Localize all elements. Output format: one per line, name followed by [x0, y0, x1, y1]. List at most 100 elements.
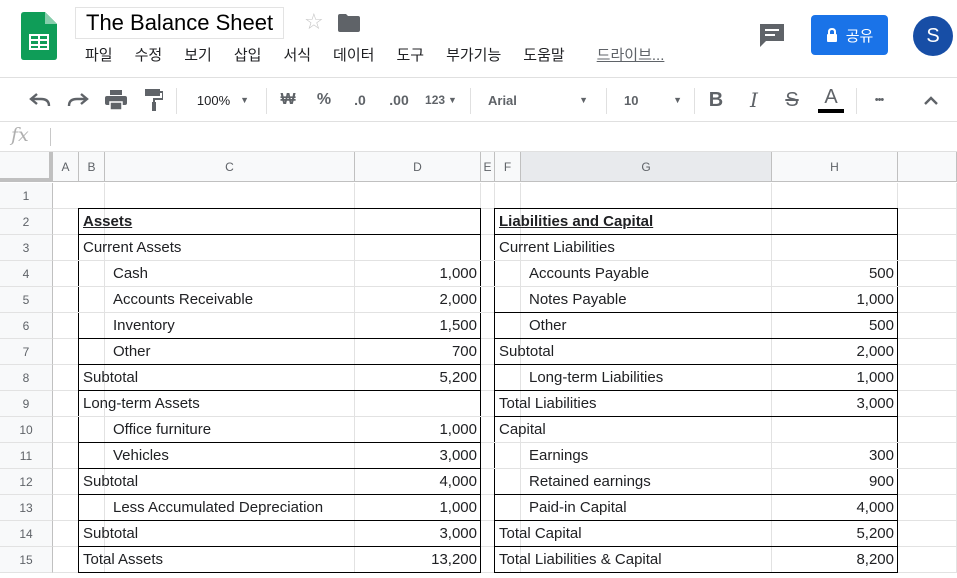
liabilities-table-header: Liabilities and Capital	[499, 213, 654, 230]
currency-format-button[interactable]: ₩	[276, 78, 300, 122]
row-header-10[interactable]: 10	[0, 417, 53, 443]
row-header-7[interactable]: 7	[0, 339, 53, 365]
menu-file[interactable]: 파일	[85, 46, 121, 66]
liabilities-table-row-label: Total Liabilities	[499, 395, 597, 412]
liabilities-table-indent-line	[520, 443, 521, 469]
row-header-3[interactable]: 3	[0, 235, 53, 261]
row-header-13[interactable]: 13	[0, 495, 53, 521]
folder-icon[interactable]	[338, 14, 360, 32]
assets-table-row-separator	[78, 468, 481, 469]
row-header-8[interactable]: 8	[0, 365, 53, 391]
paint-format-icon[interactable]	[140, 78, 168, 122]
column-header-f[interactable]: F	[495, 152, 521, 182]
formula-input[interactable]	[60, 122, 950, 151]
assets-table-row-label: Subtotal	[83, 369, 139, 386]
liabilities-table-row-value: 8,200	[856, 551, 894, 568]
menu-addons[interactable]: 부가기능	[446, 46, 509, 66]
row-header-12[interactable]: 12	[0, 469, 53, 495]
assets-table-indent-line	[104, 443, 105, 469]
column-header-d[interactable]: D	[355, 152, 481, 182]
liabilities-table-row-separator	[494, 338, 898, 339]
print-icon[interactable]	[102, 78, 130, 122]
text-color-button[interactable]: A	[816, 78, 846, 122]
spreadsheet-grid: A B C D E F G H 1 2 3 4 5 6 7 8 9 10 11 12 13 14 15 Assets Curre…	[0, 152, 957, 578]
assets-table-row-label: Subtotal	[83, 525, 139, 542]
more-formats-label: 123	[425, 93, 446, 107]
liabilities-table-row-value: 1,000	[856, 369, 894, 386]
collapse-toolbar-icon[interactable]	[918, 78, 944, 122]
liabilities-table-row-value: 1,000	[856, 291, 894, 308]
chevron-down-icon: ▼	[240, 95, 250, 105]
avatar[interactable]: S	[913, 16, 953, 56]
column-header-b[interactable]: B	[79, 152, 105, 182]
assets-table-row-value: 4,000	[439, 473, 477, 490]
assets-table-row-label: Long-term Assets	[83, 395, 200, 412]
row-header-6[interactable]: 6	[0, 313, 53, 339]
assets-table-row-value: 3,000	[439, 447, 477, 464]
sheets-logo-icon[interactable]	[21, 12, 57, 60]
gridline-vertical	[354, 183, 355, 573]
menu-data[interactable]: 데이터	[333, 46, 382, 66]
liabilities-table-indent-line	[520, 261, 521, 287]
column-header-c[interactable]: C	[105, 152, 355, 182]
liabilities-table-row-label: Capital	[499, 421, 546, 438]
menu-tools[interactable]: 도구	[396, 46, 432, 66]
menu-help[interactable]: 도움말	[523, 46, 572, 66]
text-color-label: A	[824, 86, 838, 108]
document-title[interactable]: The Balance Sheet	[75, 7, 285, 39]
assets-table-row-separator	[78, 442, 481, 443]
font-family-select[interactable]: Arial ▼	[480, 78, 596, 122]
assets-table-row-label: Vehicles	[113, 447, 169, 464]
menu-format[interactable]: 서식	[283, 46, 319, 66]
row-header-14[interactable]: 14	[0, 521, 53, 547]
assets-table-row-value: 5,200	[439, 369, 477, 386]
column-header-e[interactable]: E	[481, 152, 495, 182]
row-header-15[interactable]: 15	[0, 547, 53, 573]
assets-table-row-label: Cash	[113, 265, 149, 282]
assets-table-row-value: 700	[451, 343, 477, 360]
chevron-down-icon: ▼	[673, 95, 682, 105]
liabilities-table-row-label: Current Liabilities	[499, 239, 615, 256]
liabilities-table-row-separator	[494, 520, 898, 521]
undo-icon[interactable]	[26, 78, 54, 122]
menu-insert[interactable]: 삽입	[234, 46, 270, 66]
assets-table-row-value: 1,000	[439, 499, 477, 516]
decrease-decimal-button[interactable]: .0	[346, 78, 374, 122]
app-header: The Balance Sheet ☆ 파일 수정 보기 삽입 서식 데이터 도…	[0, 0, 957, 77]
zoom-select[interactable]: 100% ▼	[188, 78, 258, 122]
star-icon[interactable]: ☆	[304, 11, 324, 33]
assets-table-header: Assets	[83, 213, 133, 230]
menu-edit[interactable]: 수정	[135, 46, 171, 66]
column-header-g[interactable]: G	[521, 152, 772, 182]
select-all-corner[interactable]	[0, 152, 53, 182]
strikethrough-button[interactable]: S	[780, 78, 804, 122]
row-header-2[interactable]: 2	[0, 209, 53, 235]
row-header-9[interactable]: 9	[0, 391, 53, 417]
liabilities-table-border-bottom	[494, 572, 898, 573]
assets-table-indent-line	[104, 261, 105, 287]
redo-icon[interactable]	[64, 78, 92, 122]
drive-link[interactable]: 드라이브...	[597, 46, 673, 66]
increase-decimal-button[interactable]: .00	[384, 78, 414, 122]
bold-button[interactable]: B	[704, 78, 728, 122]
share-button[interactable]: 공유	[811, 15, 888, 55]
column-header-h[interactable]: H	[772, 152, 898, 182]
row-header-1[interactable]: 1	[0, 183, 53, 209]
more-options-icon[interactable]: •••	[866, 78, 892, 122]
italic-button[interactable]: I	[742, 78, 766, 122]
row-header-11[interactable]: 11	[0, 443, 53, 469]
font-size-select[interactable]: 10 ▼	[618, 78, 688, 122]
liabilities-table-row-label: Paid-in Capital	[529, 499, 627, 516]
column-header-a[interactable]: A	[53, 152, 79, 182]
liabilities-table-row-value: 900	[868, 473, 894, 490]
liabilities-table-row-separator	[494, 312, 898, 313]
comment-icon[interactable]	[758, 22, 786, 48]
row-header-4[interactable]: 4	[0, 261, 53, 287]
more-formats-select[interactable]: 123 ▼	[420, 78, 462, 122]
row-header-5[interactable]: 5	[0, 287, 53, 313]
assets-table-row-separator	[78, 390, 481, 391]
assets-table-indent-line	[104, 339, 105, 365]
percent-format-button[interactable]: %	[312, 78, 336, 122]
assets-table-indent-line	[104, 417, 105, 443]
menu-view[interactable]: 보기	[184, 46, 220, 66]
